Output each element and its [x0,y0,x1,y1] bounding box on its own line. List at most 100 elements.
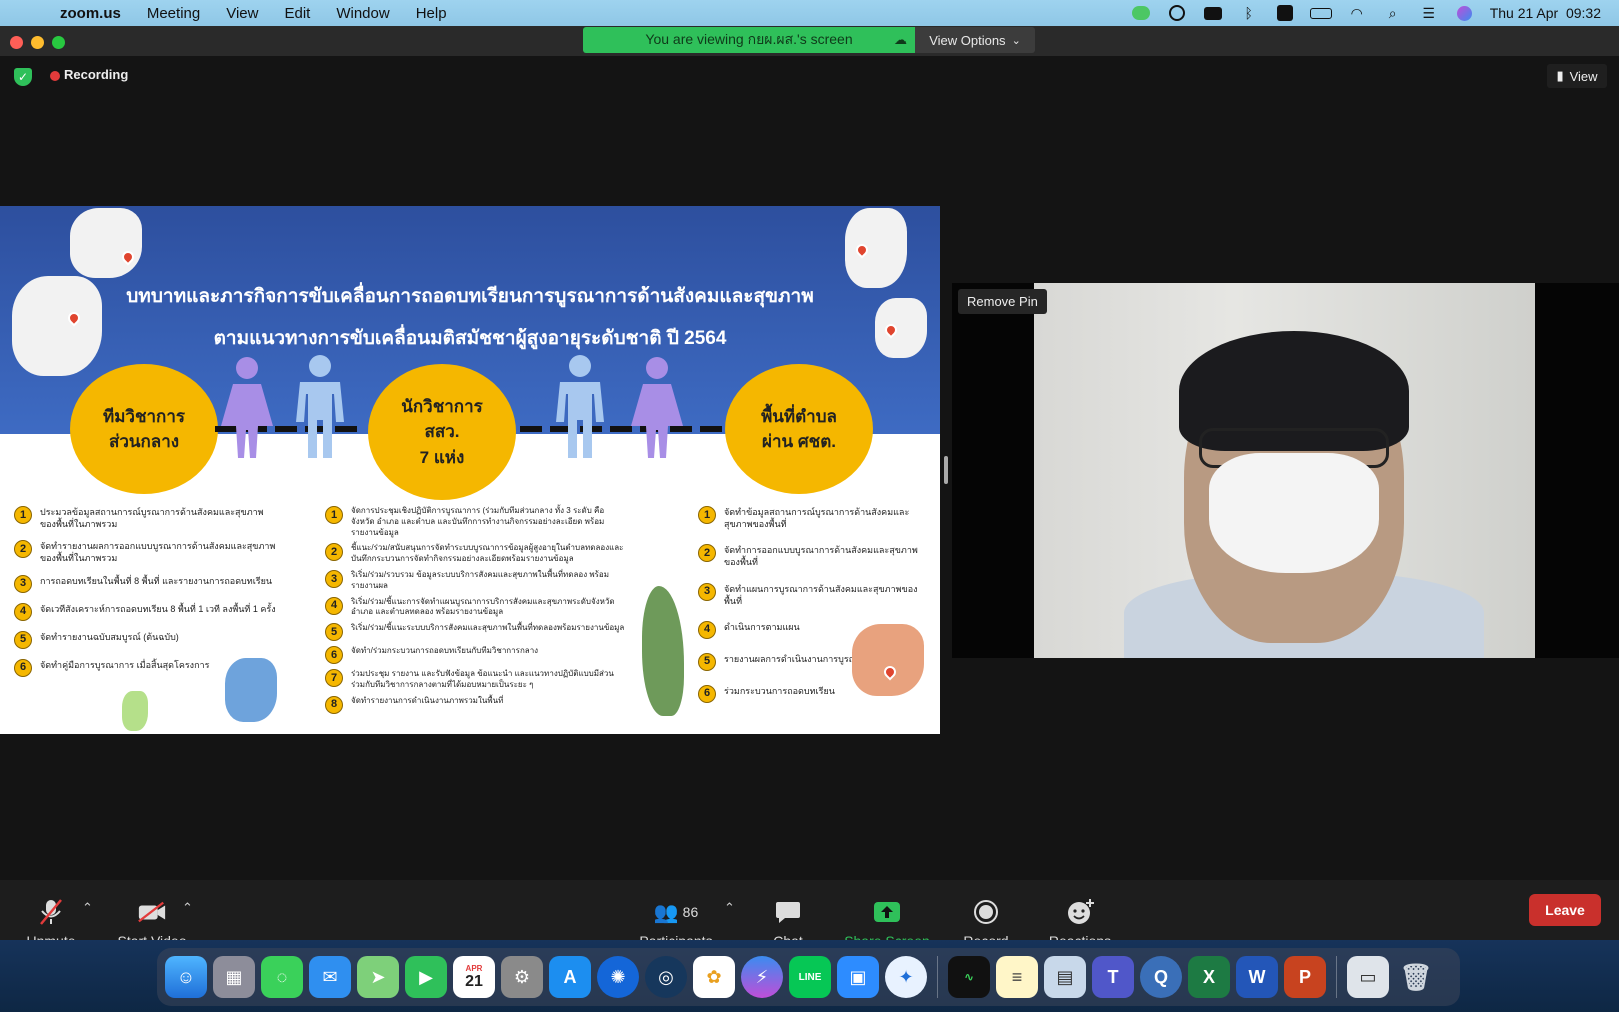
list-number: 6 [698,684,716,703]
calendar-day: 21 [465,972,483,990]
list-text: จัดทำคู่มือการบูรณาการ เมื่อสิ้นสุดโครงก… [40,659,210,670]
participants-icon: 👥 86 [653,901,699,924]
system-preferences-icon[interactable]: ⚙ [501,956,543,998]
list-text: จัดทำรายงานผลการออกแบบบูรณาการด้านสังคมแ… [40,541,276,564]
control-center-icon[interactable]: ☰ [1418,4,1440,22]
list-text: ริเริ่ม/ร่วม/ชี้แนะการจัดทำแผนบูรณาการบร… [351,596,615,617]
smiley-plus-icon [1065,897,1095,927]
menu-clock[interactable]: Thu 21 Apr 09:32 [1490,5,1601,21]
screen-share-banner: You are viewing กยผ.ผส.'s screen ☁ [583,27,915,53]
notion-icon[interactable] [1274,4,1296,22]
slide-title-line-2: ตามแนวทางการขับเคลื่อนมติสมัชชาผู้สูงอาย… [213,328,727,349]
list-text: จัดทำรายงานฉบับสมบูรณ์ (ต้นฉบับ) [40,631,179,642]
quicktime-icon[interactable]: Q [1140,956,1182,998]
list-number: 5 [325,623,343,642]
line-status-icon[interactable] [1130,4,1152,22]
remove-pin-button[interactable]: Remove Pin [958,289,1047,314]
atom-app-icon[interactable]: ✺ [597,956,639,998]
province-map-image [225,658,277,722]
view-options-button[interactable]: View Options ⌄ [915,27,1035,53]
list-text: จัดทำการออกแบบบูรณาการด้านสังคมและสุขภาพ… [724,545,918,568]
list-number: 1 [14,506,32,524]
split-view-divider[interactable] [944,456,948,484]
calendar-month: APR [465,963,483,973]
calendar-icon[interactable]: APR 21 [453,956,495,998]
view-button-label: View [1569,68,1598,84]
list-item: 5 ริเริ่ม/ร่วม/ชี้แนะระบบบริการสังคมและสุ… [325,623,625,642]
launchpad-icon[interactable]: ▦ [213,956,255,998]
trash-icon[interactable]: 🗑 [1395,956,1437,998]
zoom-status-icon[interactable] [1202,4,1224,22]
list-number: 3 [14,574,32,593]
activity-monitor-icon[interactable]: ∿ [948,956,990,998]
wifi-icon[interactable]: ◠ [1346,4,1368,22]
list-text: ดำเนินการตามแผน [724,621,800,632]
zoom-app-icon[interactable]: ▣ [837,956,879,998]
list-text: ริเริ่ม/ร่วม/รวบรวม ข้อมูลระบบบริการสังค… [351,569,609,590]
province-map-image [122,691,148,731]
list-number: 3 [325,569,343,588]
video-options-caret-icon[interactable]: ⌃ [182,900,193,916]
list-item: 5 จัดทำรายงานฉบับสมบูรณ์ (ต้นฉบับ) [14,630,276,649]
photos-icon[interactable]: ✿ [693,956,735,998]
maximize-window-button[interactable] [52,36,65,49]
downloads-stack-icon[interactable]: ▭ [1347,956,1389,998]
messenger-icon[interactable]: ⚡ [741,956,783,998]
minimize-window-button[interactable] [31,36,44,49]
list-number: 1 [325,506,343,524]
macos-dock: ☺ ▦ ◌ ✉ ➤ ▶ APR 21 ⚙ A ✺ ◎ ✿ ⚡ LINE ▣ ✦ … [157,948,1460,1006]
view-options-label: View Options [929,32,1006,48]
menu-help[interactable]: Help [416,5,447,22]
close-window-button[interactable] [10,36,23,49]
notes-icon[interactable]: ≡ [996,956,1038,998]
leave-meeting-button[interactable]: Leave [1529,894,1601,926]
teams-icon[interactable]: T [1092,956,1134,998]
man-figure-icon [556,355,604,458]
list-item: 1 ประมวลข้อมูลสถานการณ์บูรณาการด้านสังคมแ… [14,506,276,530]
list-text: ร่วมกระบวนการถอดบทเรียน [724,685,835,696]
steam-icon[interactable]: ◎ [645,956,687,998]
menu-view[interactable]: View [226,5,258,22]
preview-icon[interactable]: ▤ [1044,956,1086,998]
audio-options-caret-icon[interactable]: ⌃ [82,900,93,916]
participants-options-caret-icon[interactable]: ⌃ [724,900,735,916]
shared-screen-slide[interactable]: บทบาทและภารกิจการขับเคลื่อนการถอดบทเรียน… [0,206,940,734]
menu-window[interactable]: Window [336,5,389,22]
list-text: จัดทำข้อมูลสถานการณ์บูรณาการด้านสังคมและ… [724,507,910,530]
list-text: จัดการประชุมเชิงปฏิบัติการบูรณาการ (ร่วม… [351,506,605,537]
word-icon[interactable]: W [1236,956,1278,998]
recording-label[interactable]: Recording [64,67,128,82]
mail-icon[interactable]: ✉ [309,956,351,998]
security-shield-icon[interactable]: ✓ [14,68,32,86]
line-app-icon[interactable]: LINE [789,956,831,998]
menu-edit[interactable]: Edit [284,5,310,22]
spotlight-search-icon[interactable]: ⌕ [1382,4,1404,22]
province-map-image [845,208,907,288]
menu-app-name[interactable]: zoom.us [60,5,121,22]
siri-icon[interactable] [1454,4,1476,22]
grammarly-icon[interactable] [1166,4,1188,22]
dashed-connector [520,426,725,432]
finder-icon[interactable]: ☺ [165,956,207,998]
view-layout-button[interactable]: ▮ View [1547,64,1607,88]
powerpoint-icon[interactable]: P [1284,956,1326,998]
battery-icon[interactable] [1309,4,1332,22]
list-text: การถอดบทเรียนในพื้นที่ 8 พื้นที่ และรายง… [40,575,273,586]
bluetooth-icon[interactable]: ᛒ [1238,4,1260,22]
list-text: จัดทำรายงานการดำเนินงานภาพรวมในพื้นที่ [351,695,504,705]
list-item: 1 จัดทำข้อมูลสถานการณ์บูรณาการด้านสังคมแล… [698,506,928,530]
excel-icon[interactable]: X [1188,956,1230,998]
facetime-icon[interactable]: ▶ [405,956,447,998]
circle-central-team: ทีมวิชาการ ส่วนกลาง [70,364,218,494]
safari-icon[interactable]: ✦ [885,956,927,998]
participant-video-tile[interactable]: Remove Pin [952,283,1619,658]
menu-meeting[interactable]: Meeting [147,5,200,22]
list-item: 1 จัดการประชุมเชิงปฏิบัติการบูรณาการ (ร่ว… [325,506,625,538]
list-number: 2 [698,544,716,563]
menu-status-area: ᛒ ◠ ⌕ ☰ Thu 21 Apr 09:32 [1130,0,1601,26]
list-item: 4 ริเริ่ม/ร่วม/ชี้แนะการจัดทำแผนบูรณาการบ… [325,596,625,619]
list-item: 7 ร่วมประชุม รายงาน และรับฟังข้อมูล ข้อแน… [325,669,625,691]
messages-icon[interactable]: ◌ [261,956,303,998]
maps-icon[interactable]: ➤ [357,956,399,998]
app-store-icon[interactable]: A [549,956,591,998]
